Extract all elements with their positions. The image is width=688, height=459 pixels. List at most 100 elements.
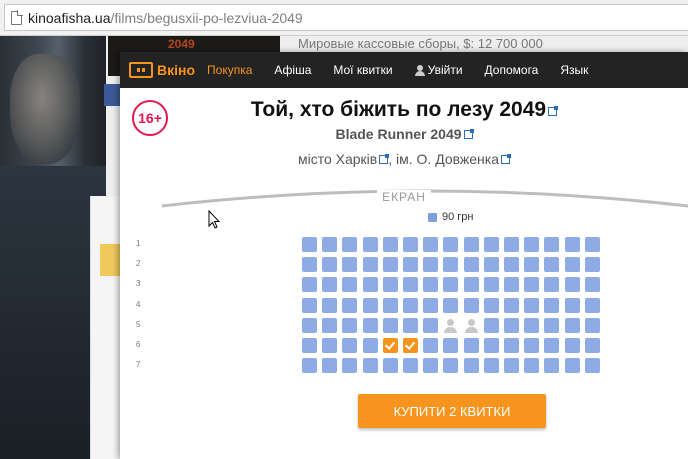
seat-available[interactable]	[403, 257, 418, 273]
seat-available[interactable]	[322, 237, 338, 252]
seat-available[interactable]	[564, 257, 580, 273]
seat-available[interactable]	[443, 297, 459, 313]
nav-item-afisha[interactable]: Афіша	[274, 63, 311, 77]
seat-available[interactable]	[483, 257, 499, 273]
seat-available[interactable]	[362, 358, 378, 374]
nav-item-help[interactable]: Допомога	[485, 63, 539, 77]
nav-item-my-tickets[interactable]: Мої квитки	[333, 63, 392, 77]
seat-available[interactable]	[504, 297, 519, 313]
seat-available[interactable]	[463, 338, 479, 353]
external-link-icon[interactable]	[548, 106, 559, 116]
share-button[interactable]	[104, 84, 120, 106]
seat-available[interactable]	[544, 277, 560, 293]
seat-available[interactable]	[362, 277, 378, 293]
seat-available[interactable]	[504, 237, 519, 252]
seat-available[interactable]	[322, 257, 338, 273]
external-link-icon[interactable]	[463, 129, 474, 139]
nav-item-purchase[interactable]: Покупка	[207, 63, 252, 77]
seat-available[interactable]	[342, 237, 358, 252]
seat-available[interactable]	[322, 358, 338, 374]
seat-available[interactable]	[584, 317, 600, 333]
seat-available[interactable]	[483, 297, 499, 313]
seat-available[interactable]	[564, 297, 580, 313]
seat-available[interactable]	[544, 358, 560, 374]
seat-available[interactable]	[504, 257, 519, 273]
seat-available[interactable]	[544, 297, 560, 313]
seat-available[interactable]	[463, 297, 479, 313]
seat-available[interactable]	[423, 358, 439, 374]
seat-available[interactable]	[524, 277, 540, 293]
seat-available[interactable]	[584, 257, 600, 273]
seat-available[interactable]	[504, 358, 519, 374]
seat-available[interactable]	[564, 358, 580, 374]
seat-available[interactable]	[524, 338, 540, 353]
seat-available[interactable]	[504, 317, 519, 333]
seat-available[interactable]	[443, 257, 459, 273]
seat-available[interactable]	[544, 338, 560, 353]
seat-available[interactable]	[544, 237, 560, 252]
seat-available[interactable]	[564, 237, 580, 252]
vkino-logo[interactable]: Вкіно	[129, 62, 195, 78]
seat-available[interactable]	[382, 257, 398, 273]
seat-available[interactable]	[342, 317, 358, 333]
seat-selected[interactable]	[382, 338, 398, 353]
external-link-icon[interactable]	[501, 154, 512, 164]
seat-available[interactable]	[302, 338, 317, 353]
seat-available[interactable]	[342, 277, 358, 293]
seat-available[interactable]	[524, 257, 540, 273]
nav-item-login[interactable]: Увійти	[414, 63, 463, 77]
venue-city[interactable]: місто Харків	[298, 151, 377, 167]
venue-cinema[interactable]: ім. О. Довженка	[396, 151, 499, 167]
seat-available[interactable]	[443, 237, 459, 252]
seat-available[interactable]	[544, 317, 560, 333]
seat-available[interactable]	[382, 317, 398, 333]
seat-available[interactable]	[544, 257, 560, 273]
seat-available[interactable]	[463, 277, 479, 293]
seat-available[interactable]	[443, 338, 459, 353]
seat-available[interactable]	[302, 358, 317, 374]
seat-available[interactable]	[382, 237, 398, 252]
seat-available[interactable]	[443, 277, 459, 293]
seat-available[interactable]	[423, 297, 439, 313]
external-link-icon[interactable]	[379, 154, 390, 164]
seat-available[interactable]	[382, 358, 398, 374]
seat-available[interactable]	[403, 317, 418, 333]
seat-available[interactable]	[362, 317, 378, 333]
seat-available[interactable]	[322, 317, 338, 333]
seat-available[interactable]	[584, 277, 600, 293]
seat-available[interactable]	[504, 277, 519, 293]
seat-available[interactable]	[483, 317, 499, 333]
seat-available[interactable]	[423, 237, 439, 252]
seat-available[interactable]	[483, 358, 499, 374]
seat-available[interactable]	[463, 237, 479, 252]
seat-available[interactable]	[504, 338, 519, 353]
seat-available[interactable]	[382, 277, 398, 293]
seat-available[interactable]	[403, 358, 418, 374]
seat-available[interactable]	[302, 297, 317, 313]
seat-available[interactable]	[362, 257, 378, 273]
seat-available[interactable]	[342, 338, 358, 353]
seat-available[interactable]	[423, 257, 439, 273]
seat-available[interactable]	[302, 277, 317, 293]
nav-item-language[interactable]: Язык	[560, 63, 588, 77]
seat-available[interactable]	[322, 338, 338, 353]
seat-available[interactable]	[423, 338, 439, 353]
seat-available[interactable]	[524, 297, 540, 313]
seat-available[interactable]	[342, 297, 358, 313]
seat-available[interactable]	[302, 237, 317, 252]
seat-available[interactable]	[322, 297, 338, 313]
seat-available[interactable]	[403, 297, 418, 313]
seat-available[interactable]	[524, 358, 540, 374]
seat-available[interactable]	[382, 297, 398, 313]
seat-available[interactable]	[524, 317, 540, 333]
seat-available[interactable]	[342, 257, 358, 273]
seat-available[interactable]	[564, 277, 580, 293]
seat-available[interactable]	[584, 338, 600, 353]
seat-available[interactable]	[564, 338, 580, 353]
seat-available[interactable]	[584, 358, 600, 374]
url-field[interactable]: kinoafisha.ua /films/begusxii-po-lezviua…	[4, 4, 688, 31]
seat-available[interactable]	[403, 277, 418, 293]
seat-available[interactable]	[342, 358, 358, 374]
seat-available[interactable]	[483, 277, 499, 293]
seat-available[interactable]	[443, 358, 459, 374]
